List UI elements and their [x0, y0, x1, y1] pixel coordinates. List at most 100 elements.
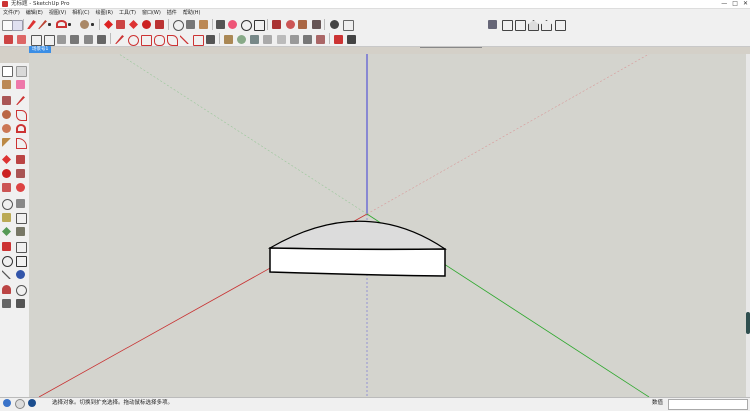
- pan-icon[interactable]: [228, 20, 237, 29]
- two-point-arc-tool-icon[interactable]: [16, 138, 27, 149]
- menu-file[interactable]: 文件(F): [0, 9, 23, 17]
- dropdown-arrow-icon[interactable]: [68, 23, 71, 26]
- subtract-icon[interactable]: [277, 35, 286, 44]
- extension-warehouse-icon[interactable]: [298, 20, 307, 29]
- menu-help[interactable]: 帮助(H): [180, 9, 204, 17]
- scene-tab[interactable]: 场景号1: [29, 46, 52, 53]
- outer-shell-icon[interactable]: [237, 35, 246, 44]
- paint-bucket-icon[interactable]: [199, 20, 208, 29]
- display-cuts-icon[interactable]: [347, 35, 356, 44]
- eraser-tool-icon[interactable]: [16, 80, 25, 89]
- minimize-button[interactable]: —: [721, 0, 727, 8]
- make-component-icon[interactable]: [12, 20, 23, 31]
- from-contours-icon[interactable]: [97, 35, 106, 44]
- zoom-icon[interactable]: [241, 20, 252, 31]
- dimension-tool-icon[interactable]: [16, 199, 25, 208]
- freehand-tool-icon[interactable]: [16, 110, 27, 121]
- from-scratch-icon[interactable]: [17, 35, 26, 44]
- move-tool-icon[interactable]: [2, 155, 11, 164]
- look-around-tool-icon[interactable]: [16, 285, 27, 296]
- rectangle-tool-icon[interactable]: [2, 96, 11, 105]
- line-tool-icon[interactable]: [115, 35, 124, 44]
- orbit-icon[interactable]: [216, 20, 225, 29]
- previous-view-tool-icon[interactable]: [16, 270, 25, 279]
- union-icon[interactable]: [263, 35, 272, 44]
- credits-icon[interactable]: [15, 399, 25, 409]
- push-pull-tool-icon[interactable]: [16, 155, 25, 164]
- follow-me-icon[interactable]: [142, 20, 151, 29]
- text-icon[interactable]: [186, 20, 195, 29]
- text-tool-icon[interactable]: [16, 213, 27, 224]
- 3d-text-tool-icon[interactable]: [16, 227, 25, 236]
- walk-tool-icon[interactable]: [2, 299, 11, 308]
- menu-draw[interactable]: 绘图(R): [93, 9, 116, 17]
- pie-tool-icon[interactable]: [2, 138, 11, 147]
- home-view-icon[interactable]: [528, 20, 539, 31]
- freehand-icon[interactable]: [167, 35, 178, 46]
- rotate-tool-icon[interactable]: [2, 169, 11, 178]
- display-section-icon[interactable]: [334, 35, 343, 44]
- pie-icon[interactable]: [154, 35, 165, 46]
- section-plane-tool-icon[interactable]: [16, 299, 25, 308]
- stamp-icon[interactable]: [31, 35, 42, 46]
- trim-icon[interactable]: [290, 35, 299, 44]
- menu-window[interactable]: 窗口(W): [139, 9, 164, 17]
- circle-tool-icon[interactable]: [2, 110, 11, 119]
- dropdown-arrow-icon[interactable]: [91, 23, 94, 26]
- arc-tool-icon[interactable]: [128, 35, 139, 46]
- vertical-scrollbar[interactable]: [746, 54, 750, 397]
- dropdown-arrow-icon[interactable]: [48, 23, 51, 26]
- menu-camera[interactable]: 相机(C): [69, 9, 92, 17]
- paint-tool-icon[interactable]: [2, 80, 11, 89]
- offset-icon[interactable]: [193, 35, 204, 46]
- drape-icon[interactable]: [44, 35, 55, 46]
- pan-tool-icon[interactable]: [16, 242, 27, 253]
- help-icon[interactable]: [28, 399, 36, 407]
- iso-view-icon[interactable]: [488, 20, 497, 29]
- menu-plugins[interactable]: 插件: [164, 9, 180, 17]
- split-icon[interactable]: [303, 35, 312, 44]
- tape-measure-icon[interactable]: [173, 20, 184, 31]
- scale-tool-icon[interactable]: [2, 183, 11, 192]
- menu-view[interactable]: 视图(V): [46, 9, 69, 17]
- scrollbar-thumb[interactable]: [746, 312, 750, 334]
- position-camera-tool-icon[interactable]: [2, 285, 11, 294]
- zoom-extents-tool-icon[interactable]: [2, 270, 11, 279]
- layout-icon[interactable]: [312, 20, 321, 29]
- zoom-extents-icon[interactable]: [254, 20, 265, 31]
- protractor-icon[interactable]: [206, 35, 215, 44]
- intersect-icon[interactable]: [250, 35, 259, 44]
- line-tool-icon[interactable]: [16, 96, 25, 105]
- warehouse-icon[interactable]: [272, 20, 281, 29]
- dome-top-face[interactable]: [267, 220, 447, 250]
- follow-me-tool-icon[interactable]: [16, 169, 25, 178]
- menu-tools[interactable]: 工具(T): [116, 9, 139, 17]
- back-view-icon[interactable]: [541, 20, 552, 31]
- fog-icon[interactable]: [343, 20, 354, 31]
- add-detail-icon[interactable]: [57, 35, 66, 44]
- protractor-tool-icon[interactable]: [2, 213, 11, 222]
- eraser-icon[interactable]: [27, 20, 36, 29]
- shape-icon[interactable]: [80, 20, 89, 29]
- scale-icon[interactable]: [155, 20, 164, 29]
- arc-icon[interactable]: [56, 20, 67, 28]
- polyline-icon[interactable]: [180, 35, 189, 44]
- flip-edge-icon[interactable]: [70, 35, 79, 44]
- move-icon[interactable]: [104, 20, 113, 29]
- solid-tools-icon[interactable]: [224, 35, 233, 44]
- push-pull-icon[interactable]: [116, 20, 125, 29]
- component-tool-icon[interactable]: [16, 66, 27, 77]
- orbit-tool-icon[interactable]: [2, 242, 11, 251]
- offset-tool-icon[interactable]: [16, 183, 25, 192]
- top-view-icon[interactable]: [502, 20, 513, 31]
- geo-location-icon[interactable]: [3, 399, 11, 407]
- 3d-viewport[interactable]: [29, 54, 746, 397]
- menu-edit[interactable]: 编辑(E): [23, 9, 46, 17]
- close-button[interactable]: ✕: [743, 0, 748, 8]
- axes-tool-icon[interactable]: [2, 227, 11, 236]
- zoom-window-tool-icon[interactable]: [16, 256, 27, 267]
- arc-tool-icon[interactable]: [16, 124, 26, 133]
- slab-front-face[interactable]: [269, 247, 446, 277]
- left-view-icon[interactable]: [555, 20, 566, 31]
- pencil-icon[interactable]: [38, 20, 47, 29]
